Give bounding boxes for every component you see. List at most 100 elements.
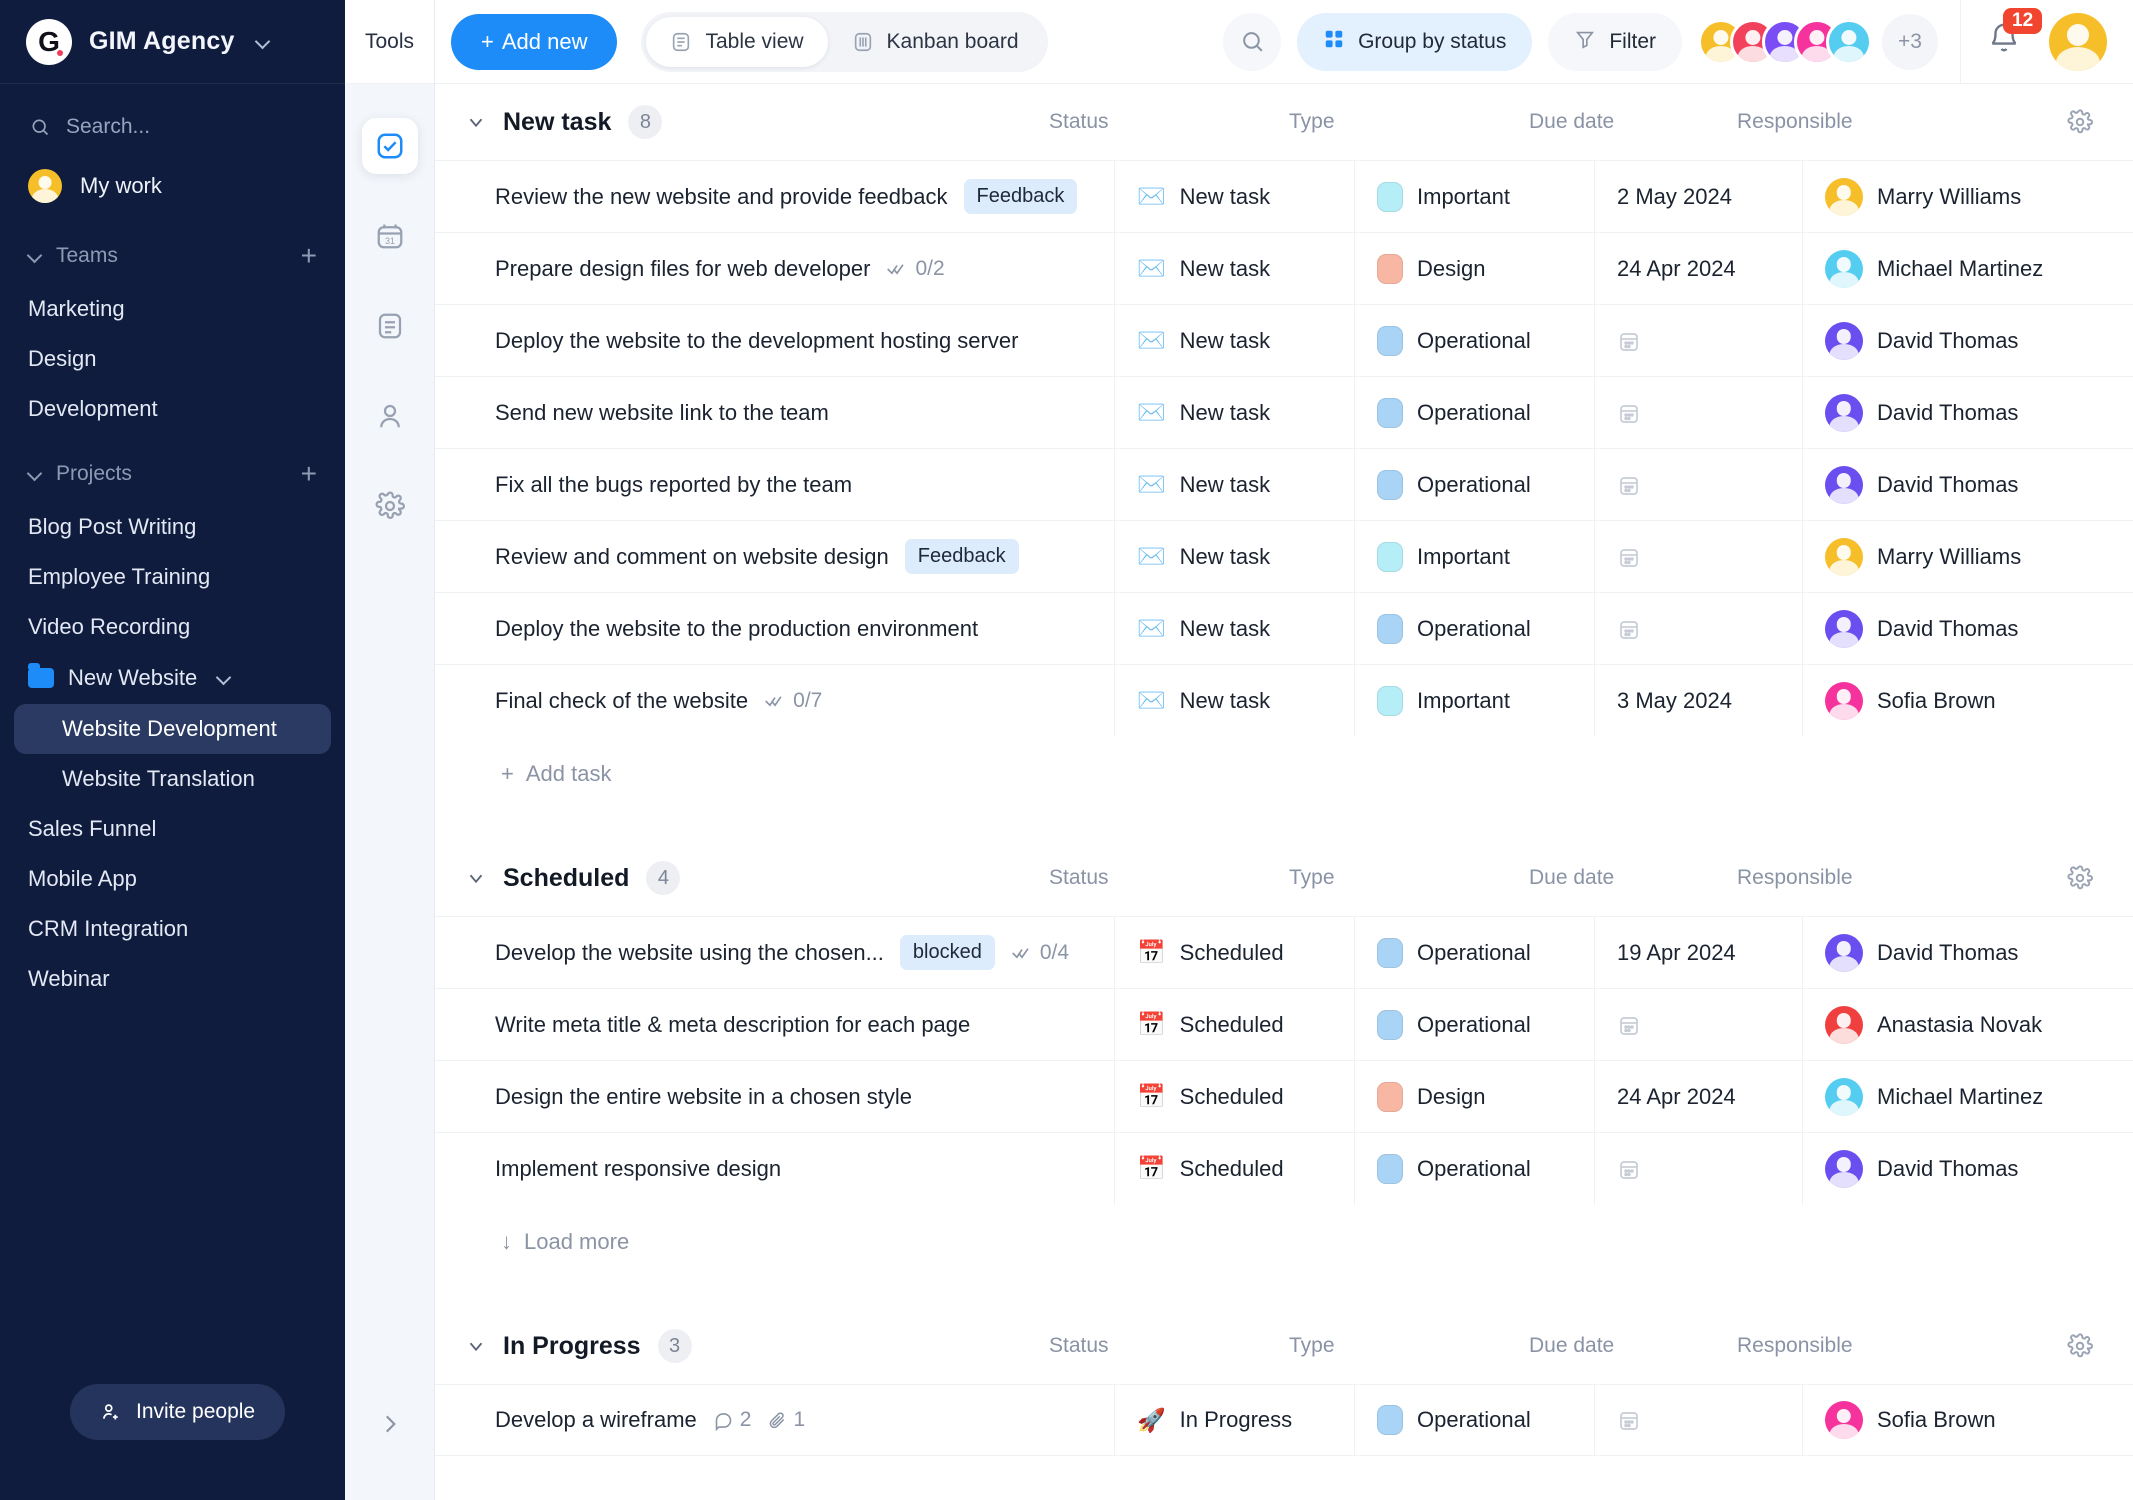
- calendar-empty-icon[interactable]: [1617, 1157, 1641, 1181]
- task-type-cell[interactable]: Operational: [1355, 592, 1595, 665]
- sidebar-item-mobile-app[interactable]: Mobile App: [0, 854, 345, 904]
- column-settings-icon[interactable]: [2067, 1333, 2093, 1359]
- task-due-date-cell[interactable]: [1595, 592, 1803, 665]
- tool-settings-button[interactable]: [362, 478, 418, 534]
- task-responsible-cell[interactable]: David Thomas: [1803, 593, 2133, 665]
- calendar-empty-icon[interactable]: [1617, 1013, 1641, 1037]
- task-responsible-cell[interactable]: Michael Martinez: [1803, 233, 2133, 305]
- table-row[interactable]: Design the entire website in a chosen st…: [435, 1060, 2133, 1133]
- chevron-down-icon[interactable]: [465, 867, 487, 889]
- table-row[interactable]: Deploy the website to the production env…: [435, 592, 2133, 665]
- task-name-cell[interactable]: Design the entire website in a chosen st…: [435, 1060, 1115, 1133]
- task-due-date-cell[interactable]: [1595, 520, 1803, 593]
- add-project-button[interactable]: +: [301, 460, 317, 488]
- task-responsible-cell[interactable]: David Thomas: [1803, 449, 2133, 521]
- sidebar-section-projects[interactable]: Projects +: [0, 446, 345, 502]
- task-status-cell[interactable]: ✉️ New task: [1115, 232, 1355, 305]
- task-responsible-cell[interactable]: Michael Martinez: [1803, 1061, 2133, 1133]
- task-name-cell[interactable]: Fix all the bugs reported by the team: [435, 448, 1115, 521]
- task-due-date-cell[interactable]: 19 Apr 2024: [1595, 916, 1803, 989]
- table-row[interactable]: Review and comment on website design Feed…: [435, 520, 2133, 593]
- sidebar-item-blog-post-writing[interactable]: Blog Post Writing: [0, 502, 345, 552]
- task-responsible-cell[interactable]: Marry Williams: [1803, 521, 2133, 593]
- task-type-cell[interactable]: Design: [1355, 232, 1595, 305]
- table-row[interactable]: Send new website link to the team ✉️ New t…: [435, 376, 2133, 449]
- task-type-cell[interactable]: Design: [1355, 1060, 1595, 1133]
- invite-people-button[interactable]: Invite people: [70, 1384, 286, 1440]
- task-tag[interactable]: Feedback: [963, 179, 1078, 214]
- task-status-cell[interactable]: ✉️ New task: [1115, 448, 1355, 521]
- task-responsible-cell[interactable]: Marry Williams: [1803, 161, 2133, 233]
- sidebar-item-design[interactable]: Design: [0, 334, 345, 384]
- sidebar-item-development[interactable]: Development: [0, 384, 345, 434]
- sidebar-item-video-recording[interactable]: Video Recording: [0, 602, 345, 652]
- avatars-overflow[interactable]: +3: [1882, 13, 1938, 70]
- task-tag[interactable]: Feedback: [904, 539, 1019, 574]
- task-status-cell[interactable]: 📅 Scheduled: [1115, 1060, 1355, 1133]
- table-row[interactable]: Deploy the website to the development ho…: [435, 304, 2133, 377]
- table-row[interactable]: Fix all the bugs reported by the team ✉️ N…: [435, 448, 2133, 521]
- task-responsible-cell[interactable]: David Thomas: [1803, 917, 2133, 989]
- task-type-cell[interactable]: Operational: [1355, 304, 1595, 377]
- task-status-cell[interactable]: ✉️ New task: [1115, 664, 1355, 737]
- task-status-cell[interactable]: 📅 Scheduled: [1115, 988, 1355, 1061]
- task-due-date-cell[interactable]: 24 Apr 2024: [1595, 1060, 1803, 1133]
- calendar-empty-icon[interactable]: [1617, 617, 1641, 641]
- sidebar-item-marketing[interactable]: Marketing: [0, 284, 345, 334]
- sidebar-item-sales-funnel[interactable]: Sales Funnel: [0, 804, 345, 854]
- task-due-date-cell[interactable]: [1595, 376, 1803, 449]
- task-name-cell[interactable]: Prepare design files for web developer 0/…: [435, 232, 1115, 305]
- task-name-cell[interactable]: Develop the website using the chosen... b…: [435, 916, 1115, 989]
- user-avatar[interactable]: [2049, 12, 2107, 71]
- task-type-cell[interactable]: Operational: [1355, 448, 1595, 521]
- task-due-date-cell[interactable]: [1595, 448, 1803, 521]
- task-name[interactable]: Fix all the bugs reported by the team: [495, 472, 852, 498]
- filter-button[interactable]: Filter: [1548, 12, 1682, 71]
- sidebar-item-crm-integration[interactable]: CRM Integration: [0, 904, 345, 954]
- calendar-empty-icon[interactable]: [1617, 401, 1641, 425]
- chevron-down-icon[interactable]: [465, 111, 487, 133]
- task-due-date-cell[interactable]: [1595, 304, 1803, 377]
- task-responsible-cell[interactable]: Sofia Brown: [1803, 1384, 2133, 1456]
- task-name[interactable]: Deploy the website to the development ho…: [495, 328, 1018, 354]
- tool-calendar-button[interactable]: 31: [362, 208, 418, 264]
- task-status-cell[interactable]: 🚀 In Progress: [1115, 1384, 1355, 1456]
- group-by-status-button[interactable]: Group by status: [1297, 12, 1533, 71]
- task-name-cell[interactable]: Send new website link to the team: [435, 376, 1115, 449]
- table-row[interactable]: Final check of the website 0/7 ✉️ New task I…: [435, 664, 2133, 737]
- task-due-date-cell[interactable]: 24 Apr 2024: [1595, 232, 1803, 305]
- tool-documents-button[interactable]: [362, 298, 418, 354]
- task-name[interactable]: Develop a wireframe: [495, 1407, 697, 1433]
- task-due-date-cell[interactable]: [1595, 1384, 1803, 1456]
- task-name[interactable]: Develop the website using the chosen...: [495, 940, 884, 966]
- sidebar-search[interactable]: Search...: [0, 98, 345, 156]
- task-status-cell[interactable]: ✉️ New task: [1115, 520, 1355, 593]
- task-name[interactable]: Final check of the website: [495, 688, 748, 714]
- chevron-down-icon[interactable]: [465, 1335, 487, 1357]
- table-row[interactable]: Review the new website and provide feedb…: [435, 160, 2133, 233]
- sidebar-item-website-translation[interactable]: Website Translation: [0, 754, 345, 804]
- task-responsible-cell[interactable]: David Thomas: [1803, 305, 2133, 377]
- add-new-button[interactable]: + Add new: [451, 13, 618, 70]
- task-type-cell[interactable]: Important: [1355, 664, 1595, 737]
- member-avatars[interactable]: [1698, 18, 1872, 65]
- tool-tasks-button[interactable]: [361, 118, 418, 174]
- task-name[interactable]: Implement responsive design: [495, 1156, 781, 1182]
- expand-sidebar-button[interactable]: [377, 1411, 403, 1442]
- table-row[interactable]: Develop the website using the chosen... b…: [435, 916, 2133, 989]
- table-row[interactable]: Write meta title & meta description for …: [435, 988, 2133, 1061]
- add-team-button[interactable]: +: [301, 242, 317, 270]
- task-name-cell[interactable]: Review and comment on website design Feed…: [435, 520, 1115, 593]
- task-name[interactable]: Review the new website and provide feedb…: [495, 184, 948, 210]
- task-due-date-cell[interactable]: 3 May 2024: [1595, 664, 1803, 737]
- task-status-cell[interactable]: ✉️ New task: [1115, 160, 1355, 233]
- task-type-cell[interactable]: Operational: [1355, 376, 1595, 449]
- task-type-cell[interactable]: Important: [1355, 160, 1595, 233]
- tab-table-view[interactable]: Table view: [646, 16, 828, 67]
- task-name-cell[interactable]: Develop a wireframe 2 1: [435, 1384, 1115, 1456]
- table-row[interactable]: Develop a wireframe 2 1 🚀 In Progress Operati…: [435, 1384, 2133, 1456]
- task-name[interactable]: Write meta title & meta description for …: [495, 1012, 970, 1038]
- column-settings-icon[interactable]: [2067, 865, 2093, 891]
- table-row[interactable]: Implement responsive design 📅 Scheduled Ope…: [435, 1132, 2133, 1205]
- task-type-cell[interactable]: Operational: [1355, 1132, 1595, 1205]
